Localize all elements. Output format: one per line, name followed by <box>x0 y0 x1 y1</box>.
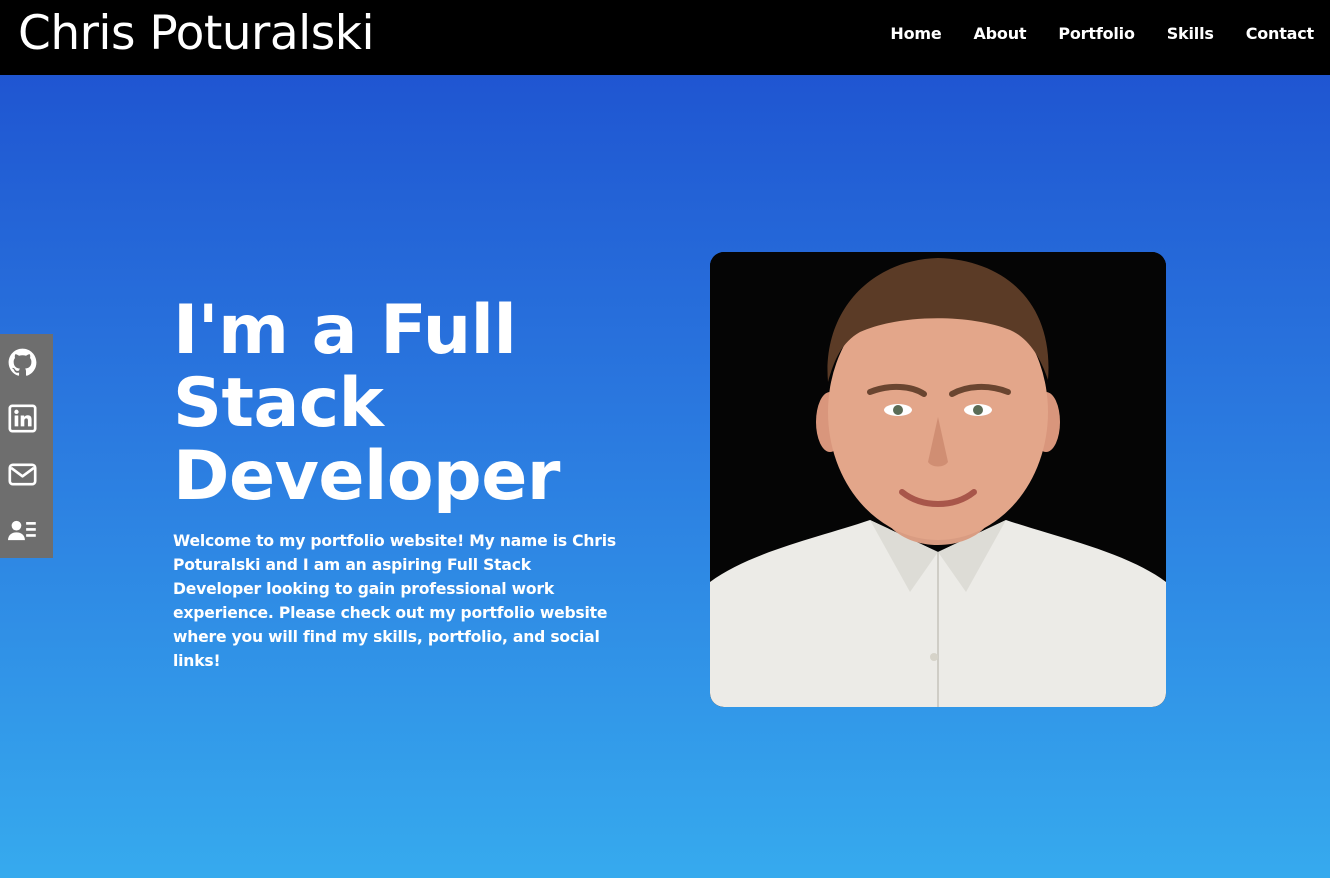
linkedin-link[interactable] <box>0 390 53 446</box>
hero-description: Welcome to my portfolio website! My name… <box>173 532 617 670</box>
hero-title-line: Developer <box>173 437 560 516</box>
main-nav: Home About Portfolio Skills Contact <box>890 24 1314 43</box>
site-header: Chris Poturalski Home About Portfolio Sk… <box>0 0 1330 75</box>
nav-contact[interactable]: Contact <box>1246 24 1315 43</box>
social-links <box>0 334 53 558</box>
linkedin-icon <box>8 403 37 433</box>
hero-title-line: Stack <box>173 364 384 443</box>
resume-link[interactable] <box>0 502 53 558</box>
nav-skills[interactable]: Skills <box>1167 24 1214 43</box>
github-link[interactable] <box>0 334 53 390</box>
email-link[interactable] <box>0 446 53 502</box>
resume-icon <box>8 520 36 540</box>
github-icon <box>8 348 37 376</box>
profile-photo-illustration <box>710 252 1166 707</box>
profile-photo <box>710 252 1166 707</box>
email-icon <box>8 463 37 485</box>
nav-portfolio[interactable]: Portfolio <box>1058 24 1135 43</box>
nav-home[interactable]: Home <box>890 24 941 43</box>
site-logo[interactable]: Chris Poturalski <box>18 6 375 61</box>
hero-title: I'm a Full Stack Developer <box>173 294 643 513</box>
nav-about[interactable]: About <box>973 24 1026 43</box>
hero-title-line: I'm a Full <box>173 291 517 370</box>
